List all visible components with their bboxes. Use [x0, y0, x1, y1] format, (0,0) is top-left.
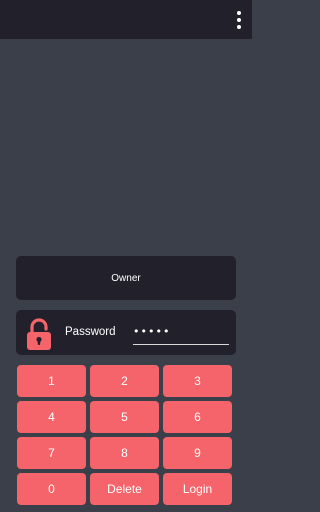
key-8[interactable]: 8	[90, 437, 159, 469]
key-4[interactable]: 4	[17, 401, 86, 433]
more-vert-icon[interactable]	[234, 11, 244, 29]
password-card: Password	[16, 310, 236, 355]
key-3[interactable]: 3	[163, 365, 232, 397]
key-9[interactable]: 9	[163, 437, 232, 469]
login-button[interactable]: Login	[163, 473, 232, 505]
password-input[interactable]	[133, 321, 229, 345]
password-label: Password	[65, 326, 116, 338]
key-0[interactable]: 0	[17, 473, 86, 505]
key-2[interactable]: 2	[90, 365, 159, 397]
key-5[interactable]: 5	[90, 401, 159, 433]
keypad: 1 2 3 4 5 6 7 8 9 0 Delete Login	[17, 365, 235, 505]
key-7[interactable]: 7	[17, 437, 86, 469]
key-6[interactable]: 6	[163, 401, 232, 433]
lock-icon	[27, 318, 51, 350]
owner-card[interactable]: Owner	[16, 256, 236, 300]
owner-label: Owner	[111, 272, 141, 284]
key-1[interactable]: 1	[17, 365, 86, 397]
delete-button[interactable]: Delete	[90, 473, 159, 505]
app-bar	[0, 0, 252, 39]
